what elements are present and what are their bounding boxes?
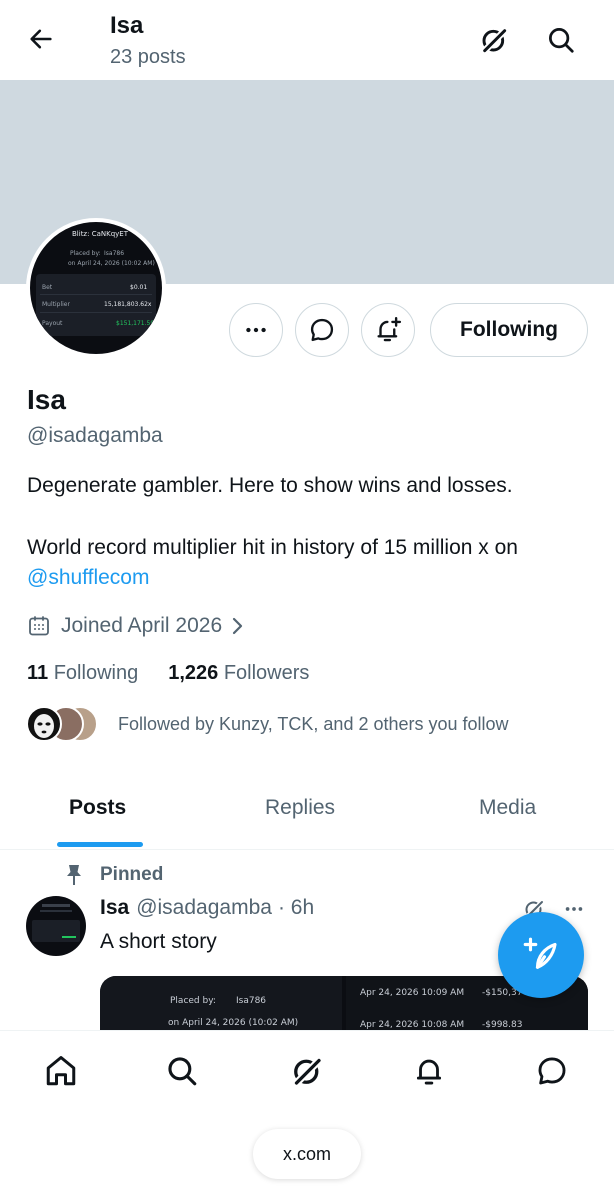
messages-icon <box>538 1057 566 1085</box>
avatar-payout-label: Payout <box>42 320 63 327</box>
message-icon <box>310 318 334 342</box>
avatar-bet-value: $0.01 <box>130 284 148 291</box>
search-button[interactable] <box>543 22 579 58</box>
avatar-user: Isa786 <box>104 250 125 257</box>
bell-plus-icon <box>377 316 402 342</box>
following-label: Following <box>53 662 139 684</box>
nav-grok[interactable] <box>287 1051 327 1091</box>
grok-button[interactable] <box>476 22 512 58</box>
compose-post-icon <box>523 937 557 969</box>
followed-by-avatars[interactable] <box>26 706 102 744</box>
profile-tabs: Posts Replies Media <box>0 778 614 850</box>
avatar-title-text: Blitz: CaNKqyET <box>72 230 128 238</box>
tab-replies[interactable]: Replies <box>265 796 335 820</box>
avatar-multiplier-label: Multiplier <box>42 301 70 308</box>
joined-text: Joined April 2026 <box>61 614 223 637</box>
media-date: on April 24, 2026 (10:02 AM) <box>168 1018 299 1028</box>
avatar-thumbnail <box>32 904 80 942</box>
header-title: Isa <box>110 12 144 39</box>
pin-icon <box>62 864 86 886</box>
followers-count: 1,226 <box>168 662 219 684</box>
avatar-divider <box>40 294 152 295</box>
avatar-divider <box>40 312 152 313</box>
top-bar: Isa 23 posts <box>0 0 614 80</box>
followers-stat[interactable]: 1,226 Followers <box>168 662 309 685</box>
pinned-label: Pinned <box>100 864 164 885</box>
search-icon <box>549 28 574 53</box>
following-count: 11 <box>27 662 49 684</box>
nav-search[interactable] <box>162 1051 202 1091</box>
notify-button[interactable] <box>361 303 415 357</box>
arrow-left-icon <box>30 29 52 49</box>
post-count: 23 posts <box>110 46 186 68</box>
post-time[interactable]: · 6h <box>278 896 314 920</box>
media-user: Isa786 <box>236 996 267 1006</box>
nav-home[interactable] <box>41 1051 81 1091</box>
followers-label: Followers <box>223 662 310 684</box>
message-button[interactable] <box>295 303 349 357</box>
media-row-amount: -$998.83 <box>482 1020 523 1030</box>
follower-avatar <box>26 706 62 742</box>
media-placed-by: Placed by: <box>170 996 216 1006</box>
post-media-image-1[interactable]: Placed by: Isa786 on April 24, 2026 (10:… <box>100 976 342 1032</box>
more-icon <box>565 907 583 911</box>
display-name: Isa <box>27 384 66 415</box>
following-stat[interactable]: 11 Following <box>27 662 138 685</box>
pinned-indicator: Pinned <box>62 862 163 888</box>
nav-messages[interactable] <box>532 1051 572 1091</box>
calendar-icon <box>29 616 49 636</box>
avatar-multiplier-value: 15,181,803.62x <box>104 301 152 308</box>
tab-posts[interactable]: Posts <box>69 796 126 820</box>
joined-date[interactable]: Joined April 2026 <box>27 612 246 640</box>
compose-post-button[interactable] <box>498 912 584 998</box>
grok-icon <box>482 28 508 54</box>
bottom-navigation: x.com <box>0 1030 614 1200</box>
mask-face-icon <box>34 714 54 738</box>
followed-by-text[interactable]: Followed by Kunzy, TCK, and 2 others you… <box>118 714 509 735</box>
bio-line: World record multiplier hit in history o… <box>27 536 518 559</box>
back-button[interactable] <box>24 22 58 56</box>
post-text: A short story <box>100 930 217 953</box>
bio-line: Degenerate gambler. Here to show wins an… <box>27 474 513 497</box>
profile-avatar[interactable]: Blitz: CaNKqyET Placed by: Isa786 on Apr… <box>26 218 166 358</box>
more-button[interactable] <box>229 303 283 357</box>
user-handle: @isadagamba <box>27 424 163 447</box>
chevron-right-icon <box>233 617 243 635</box>
following-button[interactable]: Following <box>430 303 588 357</box>
avatar-payout-value: $151,171.59 <box>116 320 155 327</box>
post-header: Isa @isadagamba · 6h <box>100 896 314 920</box>
bio-mention-link[interactable]: @shufflecom <box>27 566 149 590</box>
grok-icon <box>293 1057 322 1086</box>
post-author-name[interactable]: Isa <box>100 896 129 920</box>
home-icon <box>46 1056 76 1086</box>
follow-stats: 11 Following 1,226 Followers <box>27 662 309 685</box>
avatar-placed-by: Placed by: <box>70 250 101 257</box>
browser-url-pill[interactable]: x.com <box>253 1129 361 1179</box>
search-icon <box>168 1057 197 1086</box>
tab-media[interactable]: Media <box>479 796 536 820</box>
post-author-handle[interactable]: @isadagamba <box>136 896 272 920</box>
avatar-bet-label: Bet <box>42 284 53 291</box>
media-row-date: Apr 24, 2026 10:09 AM <box>360 988 465 998</box>
notifications-icon <box>416 1059 442 1085</box>
nav-notifications[interactable] <box>409 1051 449 1091</box>
active-tab-indicator <box>57 842 143 847</box>
media-row-date: Apr 24, 2026 10:08 AM <box>360 1020 465 1030</box>
avatar-date: on April 24, 2026 (10:02 AM) <box>68 260 155 267</box>
post-author-avatar[interactable] <box>26 896 86 956</box>
more-icon <box>246 327 266 333</box>
